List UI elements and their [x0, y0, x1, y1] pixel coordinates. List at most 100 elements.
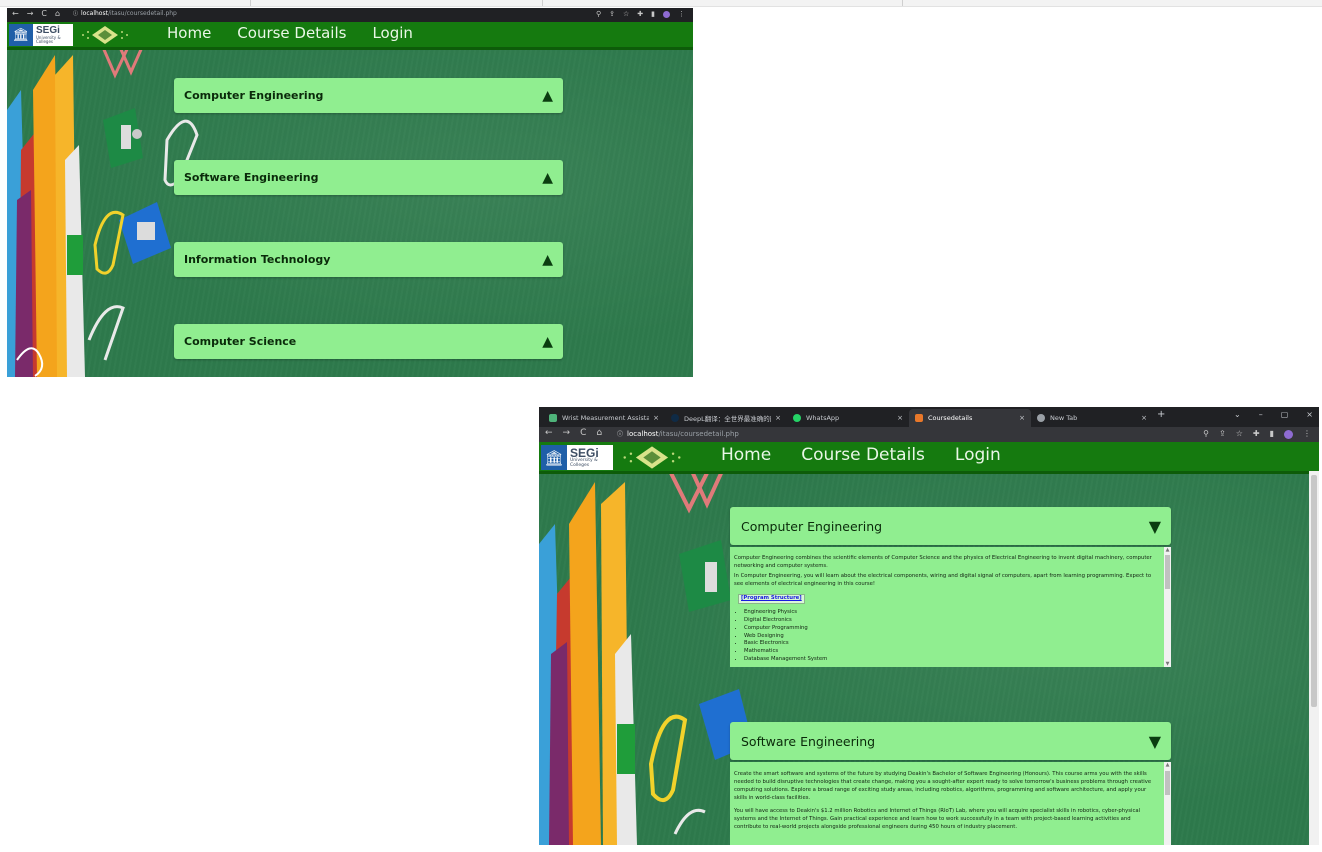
tab-close-icon[interactable]: × — [775, 414, 781, 422]
page-scrollbar[interactable] — [1309, 471, 1319, 845]
tab-close-icon[interactable]: × — [897, 414, 903, 422]
extensions-icon[interactable]: ✚ — [637, 10, 643, 18]
chrome-icon — [1037, 414, 1045, 422]
forward-icon[interactable]: → — [563, 428, 571, 438]
share-icon[interactable]: ⇪ — [1219, 429, 1226, 439]
segi-logo[interactable]: 🏛 SEGi University & Colleges — [9, 24, 73, 46]
pillar-icon: 🏛 — [9, 24, 33, 46]
chalkboard-background: Computer Engineering ▲ Software Engineer… — [7, 50, 693, 377]
segi-logo[interactable]: 🏛 SEGi University & Colleges — [541, 445, 613, 470]
section-scrollbar[interactable]: ▲ — [1164, 762, 1171, 845]
tab-label: New Tab — [1050, 414, 1078, 422]
logo-line2: Colleges — [36, 39, 54, 44]
minimize-button[interactable]: – — [1259, 410, 1263, 419]
nav-login[interactable]: Login — [955, 445, 1001, 465]
url-host: localhost — [81, 10, 108, 17]
expand-arrow-icon[interactable]: ▼ — [1149, 517, 1161, 536]
nav-login[interactable]: Login — [372, 24, 412, 42]
collapse-arrow-icon[interactable]: ▲ — [542, 252, 553, 268]
tab-wrist-measurement[interactable]: Wrist Measurement Assistance. × — [543, 409, 665, 427]
reload-icon[interactable]: C — [580, 428, 586, 438]
list-item: Mathematics — [744, 648, 1159, 656]
star-icon[interactable]: ☆ — [1236, 429, 1243, 439]
list-item: Digital Electronics — [744, 617, 1159, 625]
accordion-computer-science[interactable]: Computer Science ▲ — [174, 324, 563, 359]
sidepanel-icon[interactable]: ▮ — [1270, 429, 1274, 439]
sheets-icon — [549, 414, 557, 422]
accordion-software-engineering[interactable]: Software Engineering ▲ — [174, 160, 563, 195]
course-intro-2: You will have access to Deakin's $1.2 mi… — [734, 807, 1141, 830]
accordion-title: Software Engineering — [184, 171, 319, 184]
course-intro: Create the smart software and systems of… — [734, 771, 1152, 801]
extensions-icon[interactable]: ✚ — [1253, 429, 1260, 439]
lock-icon: ⓘ — [617, 431, 624, 438]
tab-label: DeepL翻译：全世界最准确的翻 — [684, 415, 772, 423]
list-item: Computer Programming — [744, 625, 1159, 633]
accordion-title: Information Technology — [184, 253, 331, 266]
close-window-button[interactable]: × — [1306, 410, 1313, 419]
tab-label: Coursedetails — [928, 414, 973, 422]
pillar-icon: 🏛 — [541, 445, 567, 470]
chalkboard-background: Computer Engineering ▼ Computer Engineer… — [539, 474, 1309, 845]
expand-arrow-icon[interactable]: ▼ — [1149, 732, 1161, 751]
collapse-arrow-icon[interactable]: ▲ — [542, 170, 553, 186]
main-nav: Home Course Details Login — [721, 445, 1001, 465]
tab-label: WhatsApp — [806, 414, 840, 422]
tab-search-icon[interactable]: ⌄ — [1234, 410, 1241, 419]
top-strip — [0, 0, 1322, 7]
nav-home[interactable]: Home — [167, 24, 211, 42]
course-intro: Computer Engineering combines the scient… — [734, 555, 1152, 569]
nav-home[interactable]: Home — [721, 445, 771, 465]
accordion-computer-engineering[interactable]: Computer Engineering ▼ — [730, 507, 1171, 545]
url-field[interactable]: ⓘ localhost/itasu/coursedetail.php — [73, 10, 177, 17]
accordion-computer-engineering[interactable]: Computer Engineering ▲ — [174, 78, 563, 113]
restore-button[interactable]: ▢ — [1281, 410, 1289, 419]
home-icon[interactable]: ⌂ — [55, 9, 60, 18]
new-tab-button[interactable]: + — [1157, 409, 1165, 420]
nav-course-details[interactable]: Course Details — [237, 24, 346, 42]
tab-deepl[interactable]: DeepL翻译：全世界最准确的翻 × — [665, 409, 787, 427]
url-field[interactable]: ⓘ localhost/itasu/coursedetail.php — [617, 429, 739, 438]
tab-close-icon[interactable]: × — [1019, 414, 1025, 422]
star-icon[interactable]: ☆ — [623, 10, 629, 18]
tab-close-icon[interactable]: × — [1141, 414, 1147, 422]
reload-icon[interactable]: C — [41, 9, 47, 18]
emblem-icon — [82, 26, 128, 44]
profile-avatar[interactable] — [663, 11, 670, 18]
nav-course-details[interactable]: Course Details — [801, 445, 925, 465]
sidepanel-icon[interactable]: ▮ — [651, 10, 655, 18]
whatsapp-icon — [793, 414, 801, 422]
page-favicon-icon — [915, 414, 923, 422]
logo-line2: Colleges — [570, 462, 590, 468]
program-structure-link[interactable]: [Program Structure] — [738, 593, 805, 604]
menu-icon[interactable]: ⋮ — [678, 10, 685, 18]
lock-icon: ⓘ — [73, 11, 79, 17]
tab-whatsapp[interactable]: WhatsApp × — [787, 409, 909, 427]
tab-new-tab[interactable]: New Tab × — [1031, 409, 1153, 427]
section-scrollbar[interactable]: ▲ ▼ — [1164, 547, 1171, 667]
site-navbar: 🏛 SEGi University & Colleges Home Course… — [7, 22, 693, 50]
accordion-information-technology[interactable]: Information Technology ▲ — [174, 242, 563, 277]
profile-avatar[interactable] — [1284, 430, 1293, 439]
home-icon[interactable]: ⌂ — [596, 428, 602, 438]
site-navbar: 🏛 SEGi University & Colleges Home Course… — [539, 442, 1319, 474]
list-item: Database Management System — [744, 656, 1159, 664]
back-icon[interactable]: ← — [12, 9, 19, 18]
zoom-icon[interactable]: ⚲ — [596, 10, 601, 18]
tab-close-icon[interactable]: × — [653, 414, 659, 422]
tab-label: Wrist Measurement Assistance. — [562, 414, 650, 422]
menu-icon[interactable]: ⋮ — [1303, 429, 1311, 439]
url-host: localhost — [627, 430, 659, 438]
back-icon[interactable]: ← — [545, 428, 553, 438]
accordion-software-engineering[interactable]: Software Engineering ▼ — [730, 722, 1171, 760]
tab-coursedetails[interactable]: Coursedetails × — [909, 409, 1031, 427]
zoom-icon[interactable]: ⚲ — [1203, 429, 1209, 439]
share-icon[interactable]: ⇪ — [609, 10, 615, 18]
collapse-arrow-icon[interactable]: ▲ — [542, 88, 553, 104]
course-details-computer-engineering: Computer Engineering combines the scient… — [730, 547, 1171, 667]
browser-window-collapsed: ← → C ⌂ ⓘ localhost/itasu/coursedetail.ph… — [7, 8, 693, 377]
forward-icon[interactable]: → — [27, 9, 34, 18]
collapse-arrow-icon[interactable]: ▲ — [542, 334, 553, 350]
list-item: Web Designing — [744, 633, 1159, 641]
browser-window-expanded: Wrist Measurement Assistance. × DeepL翻译：… — [539, 407, 1319, 845]
